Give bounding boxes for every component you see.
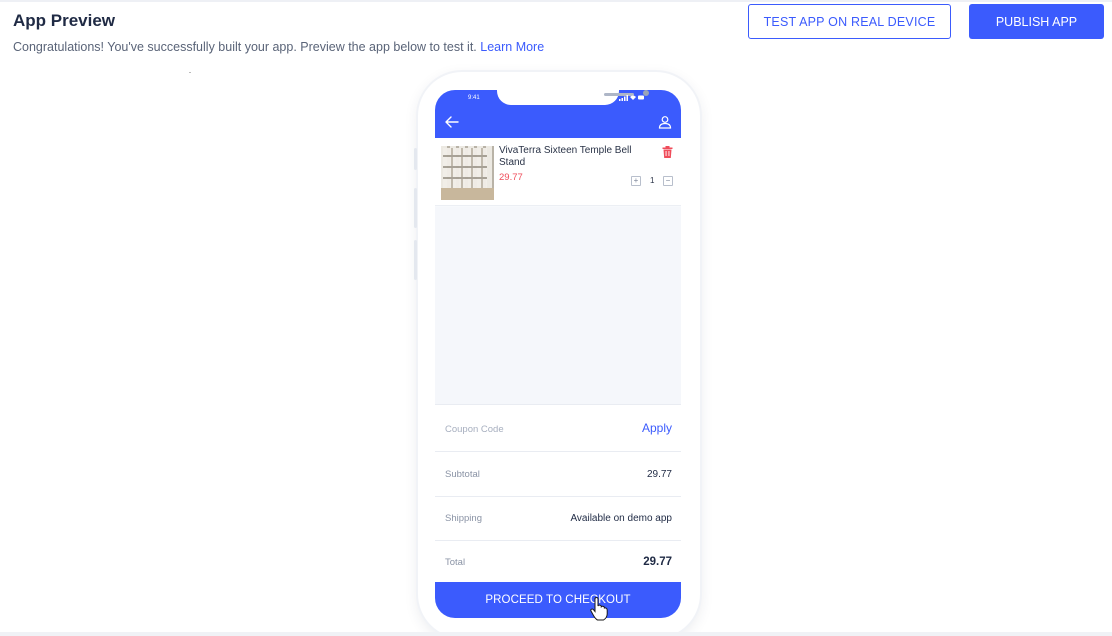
top-divider	[0, 0, 1112, 2]
bottom-strip	[0, 632, 1112, 636]
cart-item: VivaTerra Sixteen Temple Bell Stand 29.7…	[435, 138, 681, 206]
shipping-row: Shipping Available on demo app	[435, 496, 681, 540]
learn-more-link[interactable]: Learn More	[480, 40, 544, 54]
back-arrow-icon[interactable]	[444, 115, 460, 129]
subtotal-row: Subtotal 29.77	[435, 451, 681, 496]
page-subtitle: Congratulations! You've successfully bui…	[13, 40, 544, 54]
hand-cursor-icon	[590, 597, 608, 621]
phone-side-button	[414, 240, 417, 280]
apply-coupon-button[interactable]: Apply	[642, 421, 672, 435]
phone-side-button	[414, 188, 417, 228]
total-label: Total	[445, 557, 466, 568]
minus-icon[interactable]: −	[663, 176, 673, 186]
signal-wifi-battery-icon	[619, 95, 644, 101]
publish-app-button[interactable]: PUBLISH APP	[969, 4, 1104, 39]
app-preview-page: App Preview Congratulations! You've succ…	[0, 0, 1112, 636]
product-name[interactable]: VivaTerra Sixteen Temple Bell Stand	[499, 145, 639, 169]
subtotal-value: 29.77	[646, 469, 672, 480]
phone-side-button	[414, 148, 417, 170]
status-time: 9:41	[468, 95, 480, 101]
quantity-value: 1	[650, 176, 655, 185]
trash-icon[interactable]	[662, 146, 673, 158]
stray-dot	[189, 72, 191, 73]
page-title: App Preview	[13, 11, 116, 30]
coupon-row: Coupon Code Apply	[435, 404, 681, 451]
test-on-real-device-button[interactable]: TEST APP ON REAL DEVICE	[748, 4, 951, 39]
phone-notch	[497, 90, 649, 105]
shipping-value: Available on demo app	[570, 513, 672, 524]
subtotal-label: Subtotal	[445, 469, 480, 480]
plus-icon[interactable]: +	[631, 176, 641, 186]
total-value: 29.77	[643, 556, 672, 568]
product-image	[441, 146, 494, 200]
phone-screen: 9:41 VivaTerra Sixteen Temple Bell Stand…	[435, 90, 681, 618]
total-row: Total 29.77	[435, 540, 681, 582]
shipping-label: Shipping	[445, 513, 482, 524]
coupon-input[interactable]: Coupon Code	[445, 424, 504, 435]
proceed-to-checkout-button[interactable]: PROCEED TO CHECKOUT	[435, 582, 681, 618]
subtitle-text: Congratulations! You've successfully bui…	[13, 40, 477, 54]
empty-cart-area	[435, 207, 681, 404]
status-icons	[619, 94, 645, 103]
product-price: 29.77	[499, 172, 523, 183]
user-icon[interactable]	[658, 115, 672, 129]
app-header: 9:41	[435, 90, 681, 138]
